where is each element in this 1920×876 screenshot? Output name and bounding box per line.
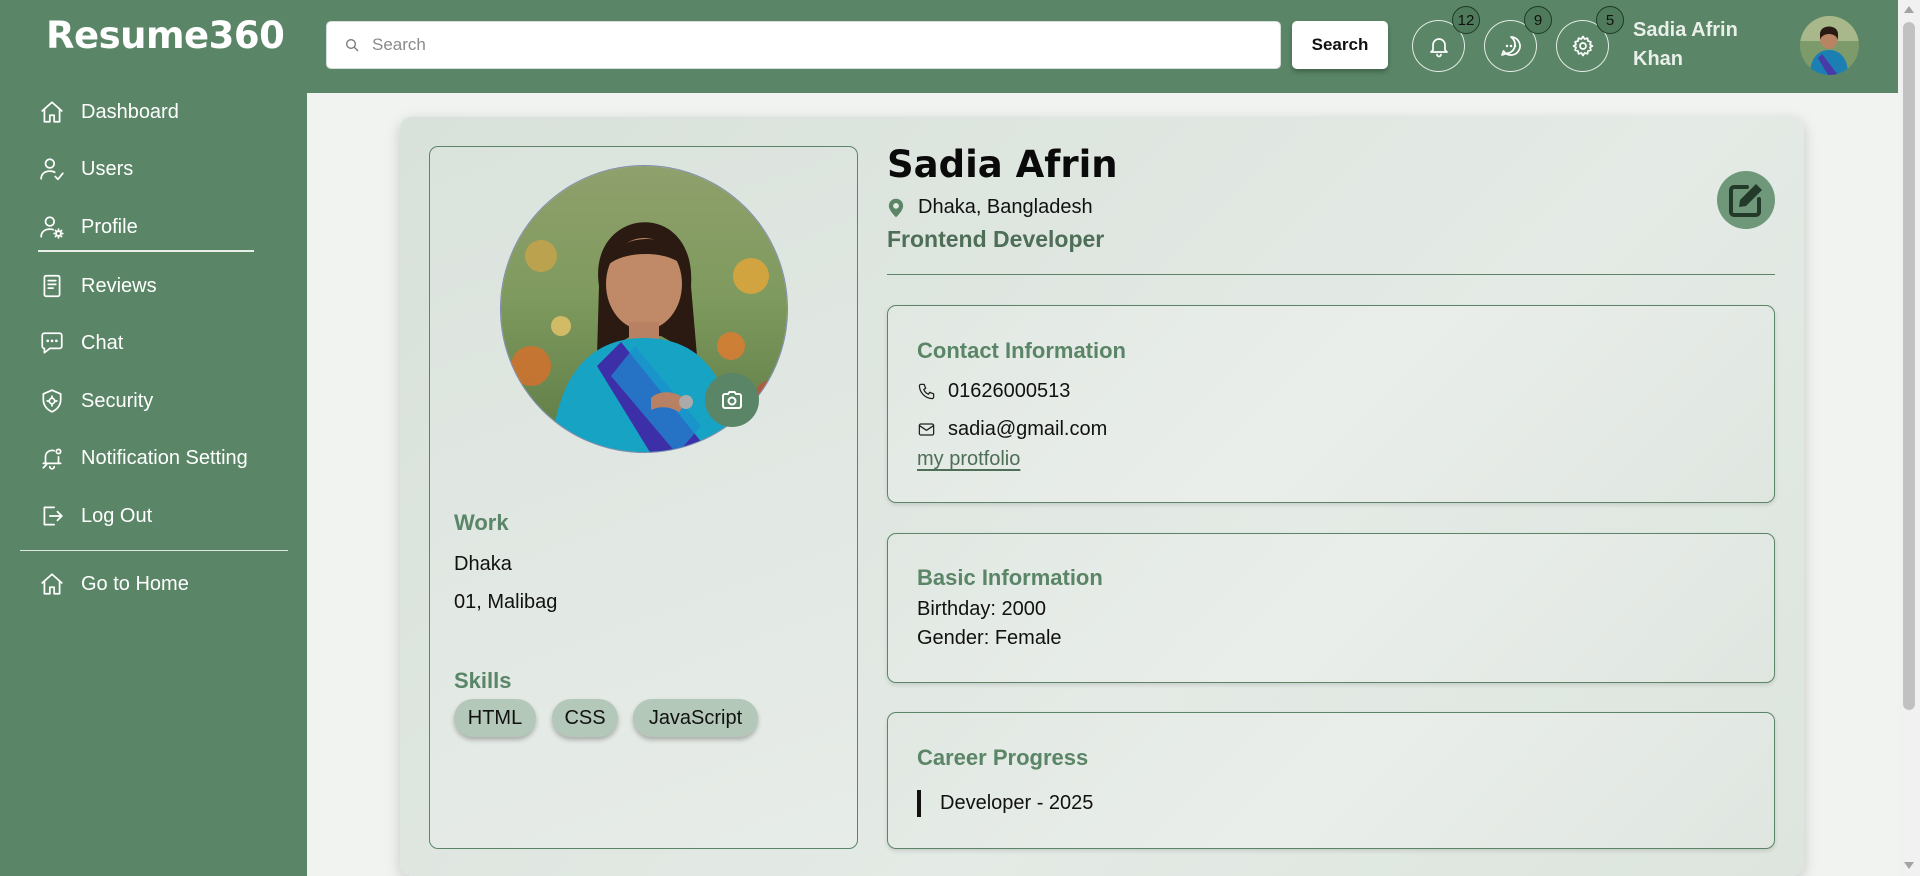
sidebar-item-label: Dashboard xyxy=(81,100,179,123)
scroll-up-arrow[interactable] xyxy=(1904,6,1914,13)
edit-icon xyxy=(1729,184,1762,217)
mail-icon xyxy=(918,423,935,436)
home-icon xyxy=(38,98,66,126)
work-label: Work xyxy=(454,510,509,535)
edit-profile-button[interactable] xyxy=(1717,171,1775,229)
user-gear-icon xyxy=(38,213,66,241)
location-pin-icon xyxy=(888,198,904,217)
sidebar-item-label: Reviews xyxy=(81,274,157,297)
timeline-marker xyxy=(917,790,921,817)
sidebar-divider xyxy=(20,550,288,551)
notifications-button[interactable]: 12 xyxy=(1412,6,1480,72)
active-nav-indicator xyxy=(38,250,254,252)
skill-chip: CSS xyxy=(552,699,618,737)
sidebar-item-label: Profile xyxy=(81,215,138,238)
profile-name: Sadia Afrin xyxy=(887,143,1118,186)
sidebar-item-label: Go to Home xyxy=(81,572,189,595)
gear-icon xyxy=(1572,35,1593,57)
skill-chip: JavaScript xyxy=(633,699,758,737)
bell-icon xyxy=(1429,38,1448,58)
header-divider xyxy=(887,274,1775,275)
scroll-down-arrow[interactable] xyxy=(1904,862,1914,869)
sidebar-item-chat[interactable]: Chat xyxy=(38,323,123,363)
phone-text: 01626000513 xyxy=(948,380,1071,402)
work-city: Dhaka xyxy=(454,553,512,575)
home-icon xyxy=(38,570,66,598)
document-icon xyxy=(38,272,66,300)
profile-location: Dhaka, Bangladesh xyxy=(887,196,1093,219)
app-logo[interactable]: Resume360 xyxy=(46,14,285,57)
message-icon xyxy=(1500,36,1521,56)
portfolio-link[interactable]: my protfolio xyxy=(917,448,1020,471)
user-check-icon xyxy=(38,155,66,183)
profile-role: Frontend Developer xyxy=(887,226,1105,252)
header-user-name[interactable]: Sadia Afrin Khan xyxy=(1633,16,1773,74)
messages-button[interactable]: 9 xyxy=(1484,6,1552,72)
shield-gear-icon xyxy=(38,387,66,415)
notifications-badge: 12 xyxy=(1452,6,1480,34)
phone-icon xyxy=(918,383,935,400)
sidebar-item-reviews[interactable]: Reviews xyxy=(38,266,157,306)
search-box[interactable] xyxy=(326,21,1281,69)
settings-button[interactable]: 5 xyxy=(1556,6,1624,72)
sidebar-item-label: Security xyxy=(81,389,154,412)
sidebar-item-label: Log Out xyxy=(81,504,153,527)
contact-title: Contact Information xyxy=(917,338,1126,363)
gender-text: Gender: Female xyxy=(917,627,1062,649)
bell-settings-icon xyxy=(38,444,66,472)
avatar[interactable] xyxy=(1800,16,1859,75)
skill-chip: HTML xyxy=(454,699,536,737)
camera-icon xyxy=(722,391,742,409)
phone-row: 01626000513 xyxy=(917,380,1070,403)
search-button[interactable]: Search xyxy=(1292,21,1388,69)
search-input[interactable] xyxy=(372,35,1252,55)
skills-label: Skills xyxy=(454,668,512,693)
sidebar-item-notification-setting[interactable]: Notification Setting xyxy=(38,438,248,478)
career-title: Career Progress xyxy=(917,745,1089,770)
email-row: sadia@gmail.com xyxy=(917,418,1107,441)
search-icon xyxy=(346,39,359,52)
work-address: 01, Malibag xyxy=(454,591,558,613)
change-photo-button[interactable] xyxy=(705,373,759,427)
sidebar-item-dashboard[interactable]: Dashboard xyxy=(38,92,179,132)
sidebar-item-users[interactable]: Users xyxy=(38,149,133,189)
sidebar-item-go-to-home[interactable]: Go to Home xyxy=(38,564,189,604)
email-text: sadia@gmail.com xyxy=(948,418,1108,440)
sidebar-item-label: Users xyxy=(81,157,134,180)
birthday-text: Birthday: 2000 xyxy=(917,598,1046,620)
contact-information-card xyxy=(887,305,1775,503)
sidebar-item-profile[interactable]: Profile xyxy=(38,207,138,247)
scroll-thumb[interactable] xyxy=(1903,22,1915,710)
logout-icon xyxy=(38,502,66,530)
sidebar-item-logout[interactable]: Log Out xyxy=(38,496,152,536)
career-progress-card xyxy=(887,712,1775,849)
career-entry: Developer - 2025 xyxy=(940,792,1094,814)
sidebar-item-security[interactable]: Security xyxy=(38,381,153,421)
location-text: Dhaka, Bangladesh xyxy=(918,196,1093,218)
sidebar-item-label: Chat xyxy=(81,331,124,354)
basic-title: Basic Information xyxy=(917,565,1103,590)
sidebar-item-label: Notification Setting xyxy=(81,446,248,469)
settings-badge: 5 xyxy=(1596,6,1624,34)
messages-badge: 9 xyxy=(1524,6,1552,34)
chat-icon xyxy=(38,329,66,357)
